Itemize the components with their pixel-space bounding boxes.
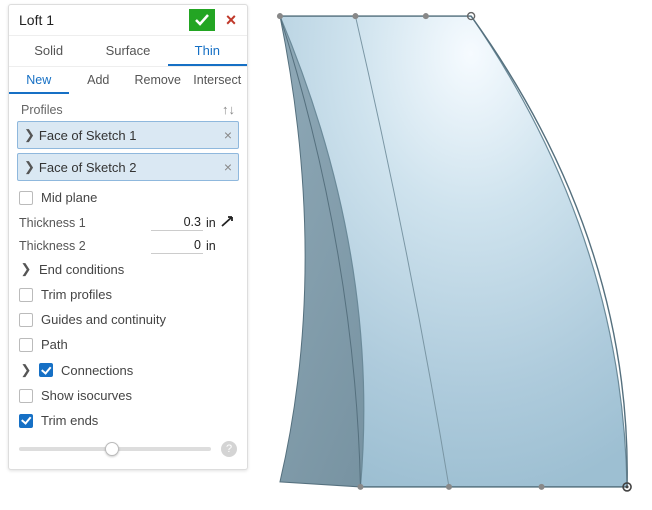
expand-icon[interactable]: ❯ [19,362,33,378]
profile-item[interactable]: ❯ Face of Sketch 2 × [17,153,239,181]
checkbox-mid-plane[interactable] [19,191,33,205]
tab-surface[interactable]: Surface [88,36,167,66]
mid-plane-row[interactable]: Mid plane [17,185,239,210]
checkbox-trim-profiles[interactable] [19,288,33,302]
profiles-label: Profiles [21,103,63,117]
profile-item[interactable]: ❯ Face of Sketch 1 × [17,121,239,149]
guides-row[interactable]: Guides and continuity [17,307,239,332]
trim-ends-row[interactable]: Trim ends [17,408,239,433]
profile-label: Face of Sketch 1 [39,128,137,143]
feature-panel: Loft 1 × Solid Surface Thin New Add Remo… [8,4,248,470]
tab-thin[interactable]: Thin [168,36,247,66]
tab-solid[interactable]: Solid [9,36,88,66]
thickness1-row: Thickness 1 0.3 in [17,210,239,233]
chevron-icon: ❯ [24,127,35,143]
slider-knob[interactable] [105,442,119,456]
profile-label: Face of Sketch 2 [39,160,137,175]
close-icon: × [226,10,237,31]
subtab-add[interactable]: Add [69,67,129,94]
checkbox-trim-ends[interactable] [19,414,33,428]
show-isocurves-label: Show isocurves [41,388,132,403]
flip-direction-icon[interactable] [219,214,237,231]
expand-icon[interactable]: ❯ [19,261,33,277]
remove-profile-icon[interactable]: × [224,127,232,143]
help-icon[interactable]: ? [221,441,237,457]
confirm-button[interactable] [189,9,215,31]
operation-tabs: New Add Remove Intersect [9,66,247,94]
thickness2-row: Thickness 2 0 in [17,233,239,256]
path-label: Path [41,337,68,352]
checkbox-guides[interactable] [19,313,33,327]
thickness1-input[interactable]: 0.3 [151,214,203,231]
thickness1-label: Thickness 1 [19,216,151,230]
trim-ends-label: Trim ends [41,413,98,428]
end-conditions-row[interactable]: ❯ End conditions [17,256,239,282]
mode-tabs: Solid Surface Thin [9,35,247,66]
feature-title: Loft 1 [19,12,189,28]
panel-body: Profiles ↑↓ ❯ Face of Sketch 1 × ❯ Face … [9,94,247,469]
thickness2-label: Thickness 2 [19,239,151,253]
chevron-icon: ❯ [24,159,35,175]
guides-label: Guides and continuity [41,312,166,327]
thickness1-unit: in [203,216,219,230]
loft-preview [258,4,644,502]
profiles-header: Profiles ↑↓ [17,100,239,121]
subtab-remove[interactable]: Remove [128,67,188,94]
reorder-icon[interactable]: ↑↓ [222,102,235,117]
remove-profile-icon[interactable]: × [224,159,232,175]
cancel-button[interactable]: × [221,10,241,30]
panel-header: Loft 1 × [9,5,247,35]
path-row[interactable]: Path [17,332,239,357]
3d-viewport[interactable] [258,4,644,502]
opacity-slider-row: ? [17,433,239,459]
thickness2-unit: in [203,239,219,253]
mid-plane-label: Mid plane [41,190,97,205]
subtab-new[interactable]: New [9,67,69,94]
show-isocurves-row[interactable]: Show isocurves [17,383,239,408]
opacity-slider[interactable] [19,447,211,451]
connections-label: Connections [61,363,133,378]
subtab-intersect[interactable]: Intersect [188,67,248,94]
check-icon [194,13,210,27]
connections-row[interactable]: ❯ Connections [17,357,239,383]
end-conditions-label: End conditions [39,262,124,277]
checkbox-connections[interactable] [39,363,53,377]
trim-profiles-label: Trim profiles [41,287,112,302]
thickness2-input[interactable]: 0 [151,237,203,254]
checkbox-show-isocurves[interactable] [19,389,33,403]
trim-profiles-row[interactable]: Trim profiles [17,282,239,307]
checkbox-path[interactable] [19,338,33,352]
